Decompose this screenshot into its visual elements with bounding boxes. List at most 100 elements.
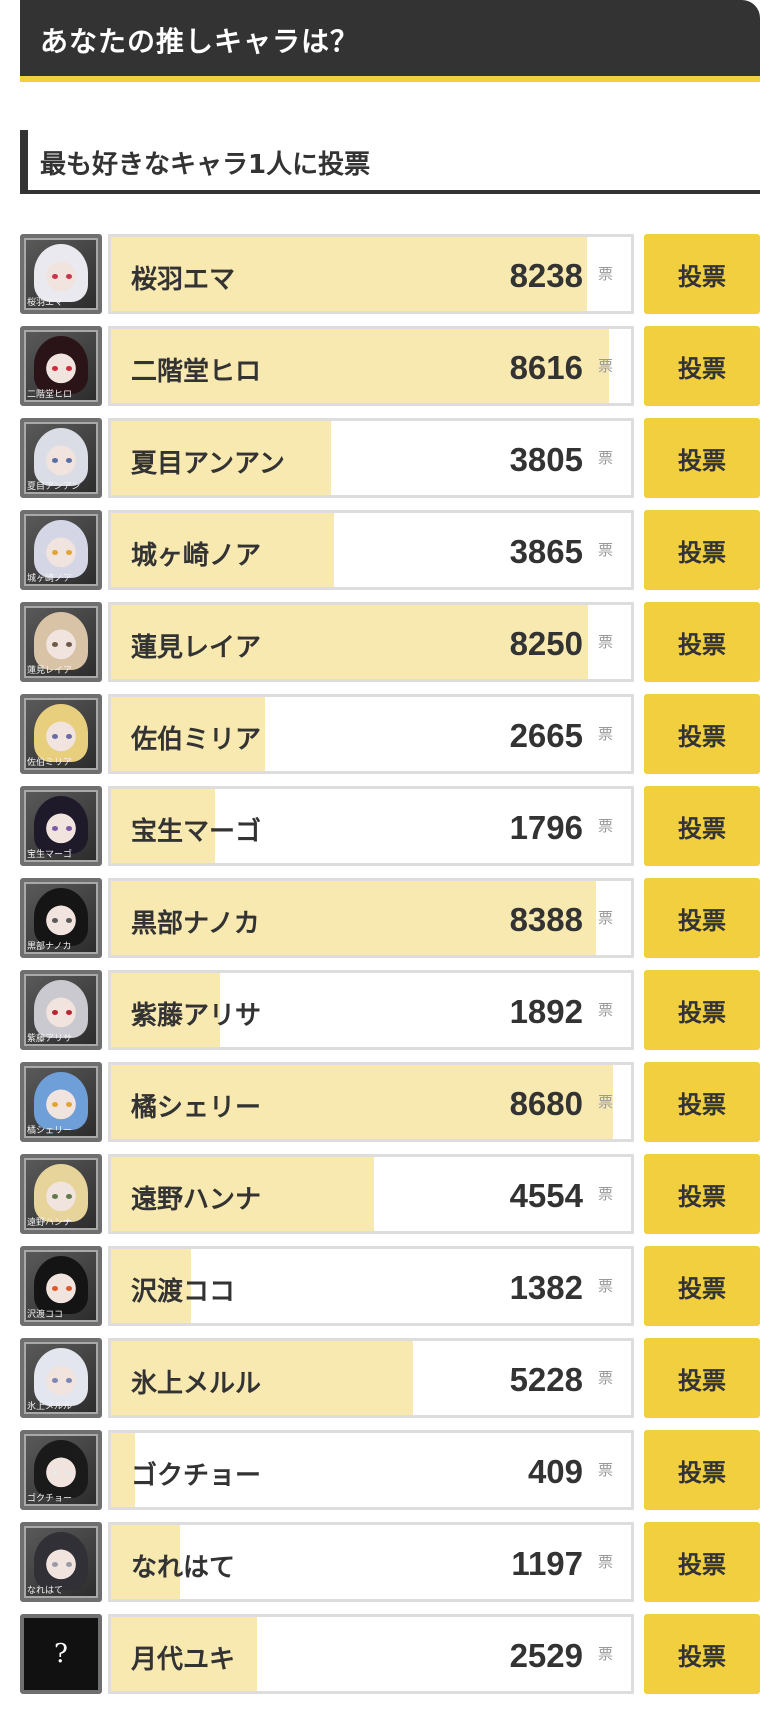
vote-count: 1796 [509,809,583,846]
portrait-caption: 佐伯ミリア [27,758,73,768]
portrait-face [42,894,80,938]
portrait-eye [52,458,58,463]
vote-button[interactable]: 投票 [644,1246,760,1326]
vote-bar: ゴクチョー 409 票 [108,1430,634,1510]
portrait-eye [52,918,58,923]
vote-button[interactable]: 投票 [644,694,760,774]
character-row: ゴクチョー ゴクチョー 409 票投票 [20,1430,760,1510]
vote-bar: 遠野ハンナ 4554 票 [108,1154,634,1234]
character-list: 桜羽エマ 桜羽エマ 8238 票投票 二階堂ヒロ 二階堂ヒロ 8616 票投票 夏目アンアン 夏目… [20,234,760,1706]
portrait-eye [52,1562,58,1567]
vote-button[interactable]: 投票 [644,1430,760,1510]
character-portrait: 蓮見レイア [20,602,102,682]
character-row: 夏目アンアン 夏目アンアン 3805 票投票 [20,418,760,498]
character-portrait: ? [20,1614,102,1694]
vote-unit: 票 [597,633,613,651]
vote-button[interactable]: 投票 [644,326,760,406]
character-row: 城ヶ崎ノア 城ヶ崎ノア 3865 票投票 [20,510,760,590]
character-portrait: なれはて [20,1522,102,1602]
character-name: 紫藤アリサ [131,1001,262,1031]
character-portrait: 氷上メルル [20,1338,102,1418]
portrait-eye [66,734,72,739]
portrait-eye [52,274,58,279]
poll-header: あなたの推しキャラは？ [20,0,760,82]
portrait-face [42,1262,80,1306]
vote-bar: 佐伯ミリア 2665 票 [108,694,634,774]
vote-bar: なれはて 1197 票 [108,1522,634,1602]
portrait-face [42,434,80,478]
portrait-caption: 沢渡ココ [27,1310,64,1320]
portrait-eye [52,826,58,831]
character-row: 紫藤アリサ 紫藤アリサ 1892 票投票 [20,970,760,1050]
character-name: 沢渡ココ [131,1277,236,1307]
character-portrait: 紫藤アリサ [20,970,102,1050]
vote-button[interactable]: 投票 [644,418,760,498]
character-name: 城ヶ崎ノア [131,541,262,571]
vote-unit: 票 [597,449,613,467]
vote-count: 8388 [509,901,583,938]
portrait-face [42,1170,80,1214]
vote-unit: 票 [597,1369,613,1387]
portrait-face [42,250,80,294]
portrait-face [42,618,80,662]
vote-button[interactable]: 投票 [644,1522,760,1602]
vote-bar: 桜羽エマ 8238 票 [108,234,634,314]
portrait-eye [66,1378,72,1383]
vote-count: 4554 [509,1177,583,1214]
vote-count: 1892 [509,993,583,1030]
vote-unit: 票 [597,265,613,283]
poll-instructions: 最も好きなキャラ1人に投票 [40,150,371,180]
character-row: 黒部ナノカ 黒部ナノカ 8388 票 投票 [20,878,760,958]
character-name: なれはて [131,1553,236,1583]
vote-button[interactable]: 投票 [644,970,760,1050]
vote-button[interactable]: 投票 [644,786,760,866]
vote-unit: 票 [597,1093,613,1111]
portrait-eye [66,1102,72,1107]
portrait-caption: 城ヶ崎ノア [27,574,73,584]
character-name: 宝生マーゴ [131,817,262,847]
portrait-face [42,802,80,846]
character-portrait: 黒部ナノカ [20,878,102,958]
vote-count: 1197 [511,1545,583,1582]
vote-button[interactable]: 投票 [644,1062,760,1142]
portrait-caption: 遠野ハンナ [27,1218,73,1228]
portrait-eye [52,366,58,371]
vote-unit: 票 [597,909,613,927]
vote-button[interactable]: 投票 [644,878,760,958]
character-row: 遠野ハンナ 遠野ハンナ 4554 票投票 [20,1154,760,1234]
portrait-eye [52,642,58,647]
portrait-caption: 夏目アンアン [27,482,81,492]
portrait-eye [52,1470,58,1475]
vote-bar: 沢渡ココ 1382 票 [108,1246,634,1326]
character-portrait: 佐伯ミリア [20,694,102,774]
portrait-eye [52,1286,58,1291]
character-portrait: 橘シェリー [20,1062,102,1142]
vote-button[interactable]: 投票 [644,510,760,590]
character-row: 佐伯ミリア 佐伯ミリア 2665 票投票 [20,694,760,774]
character-portrait: ゴクチョー [20,1430,102,1510]
character-portrait: 宝生マーゴ [20,786,102,866]
character-row: 橘シェリー 橘シェリー 8680 票投票 [20,1062,760,1142]
vote-button[interactable]: 投票 [644,1614,760,1694]
character-name: 二階堂ヒロ [131,357,262,387]
vote-button[interactable]: 投票 [644,234,760,314]
portrait-eye [52,1102,58,1107]
vote-bar: 氷上メルル 5228 票 [108,1338,634,1418]
vote-count: 2529 [509,1637,583,1674]
portrait-caption: 紫藤アリサ [27,1034,73,1044]
portrait-face [42,986,80,1030]
vote-button[interactable]: 投票 [644,602,760,682]
vote-bar: 月代ユキ 2529 票 [108,1614,634,1694]
portrait-eye [66,550,72,555]
vote-button[interactable]: 投票 [644,1338,760,1418]
vote-button[interactable]: 投票 [644,1154,760,1234]
character-name: 夏目アンアン [131,449,285,479]
vote-bar: 橘シェリー 8680 票 [108,1062,634,1142]
portrait-eye [66,458,72,463]
vote-unit: 票 [597,541,613,559]
vote-bar: 二階堂ヒロ 8616 票 [108,326,634,406]
vote-bar: 蓮見レイア 8250 票 [108,602,634,682]
character-name: 黒部ナノカ [131,909,260,939]
vote-unit: 票 [597,1001,613,1019]
portrait-face [42,710,80,754]
